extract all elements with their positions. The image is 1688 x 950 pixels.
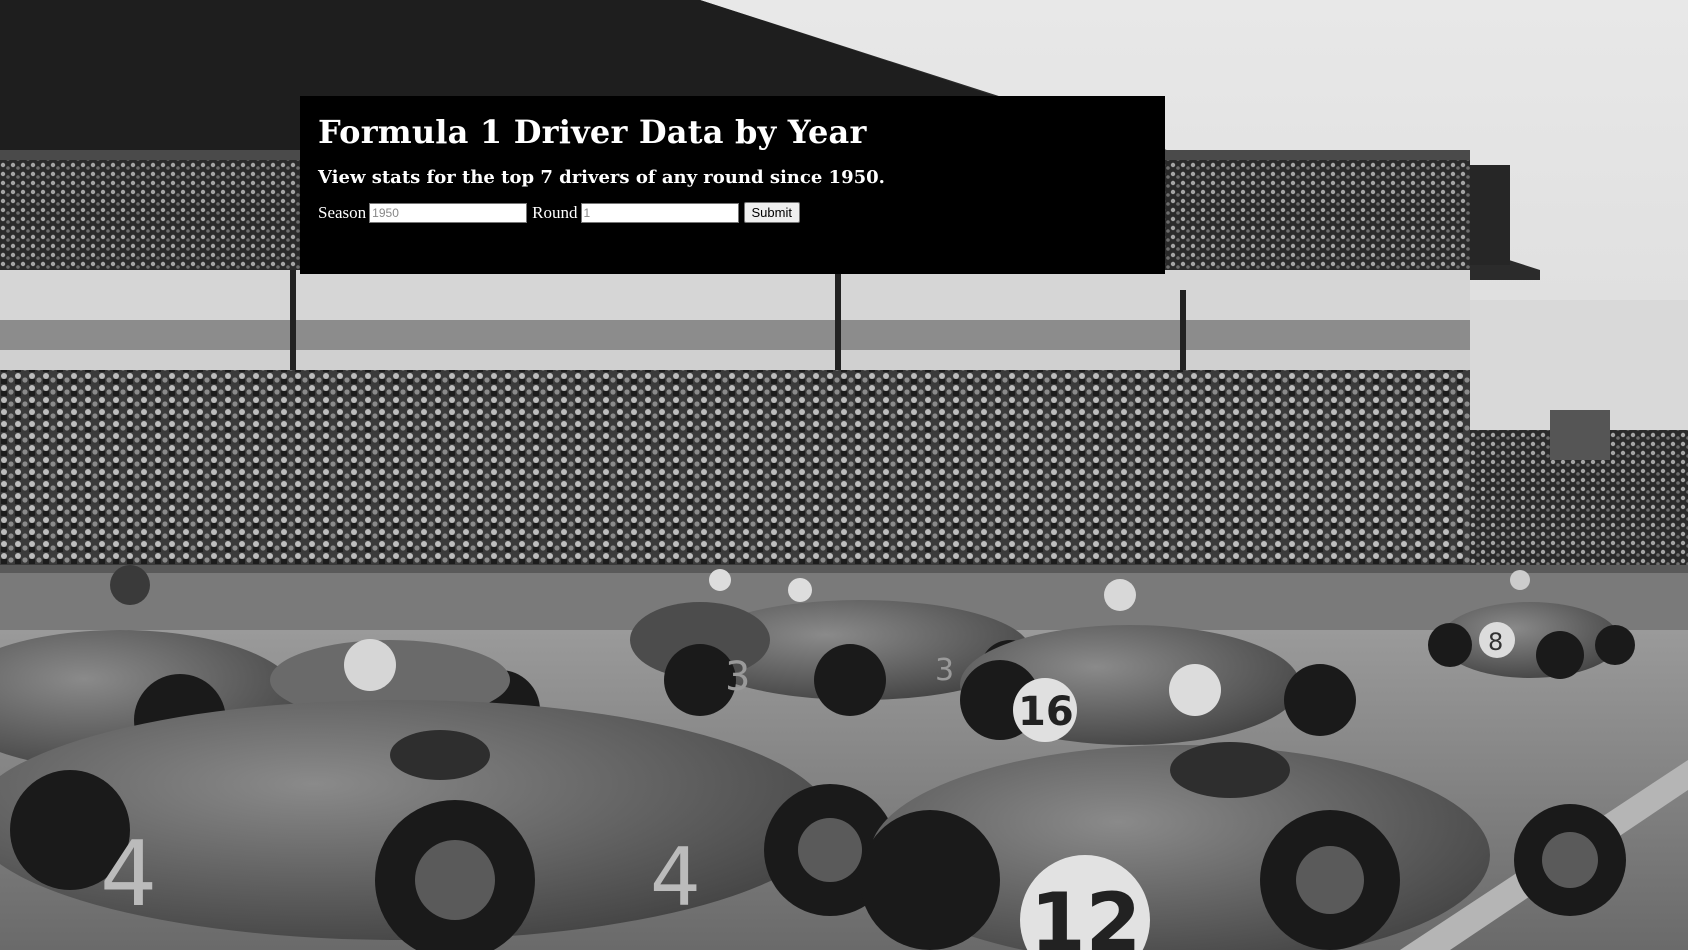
search-panel: Formula 1 Driver Data by Year View stats… <box>300 96 1165 274</box>
round-label: Round <box>532 202 578 222</box>
page-title: Formula 1 Driver Data by Year <box>318 113 867 151</box>
svg-text:8: 8 <box>1488 628 1503 656</box>
season-label: Season <box>318 202 367 222</box>
page-subtitle: View stats for the top 7 drivers of any … <box>318 167 885 188</box>
round-input[interactable] <box>580 202 739 223</box>
svg-text:12: 12 <box>1030 876 1141 950</box>
season-input[interactable] <box>369 202 528 223</box>
svg-text:3: 3 <box>725 654 750 700</box>
svg-text:16: 16 <box>1018 689 1074 735</box>
svg-text:4: 4 <box>650 831 701 924</box>
search-form: Season Round Submit <box>318 202 1147 223</box>
svg-text:3: 3 <box>935 653 954 688</box>
svg-text:4: 4 <box>100 822 157 927</box>
submit-button[interactable]: Submit <box>743 202 800 223</box>
